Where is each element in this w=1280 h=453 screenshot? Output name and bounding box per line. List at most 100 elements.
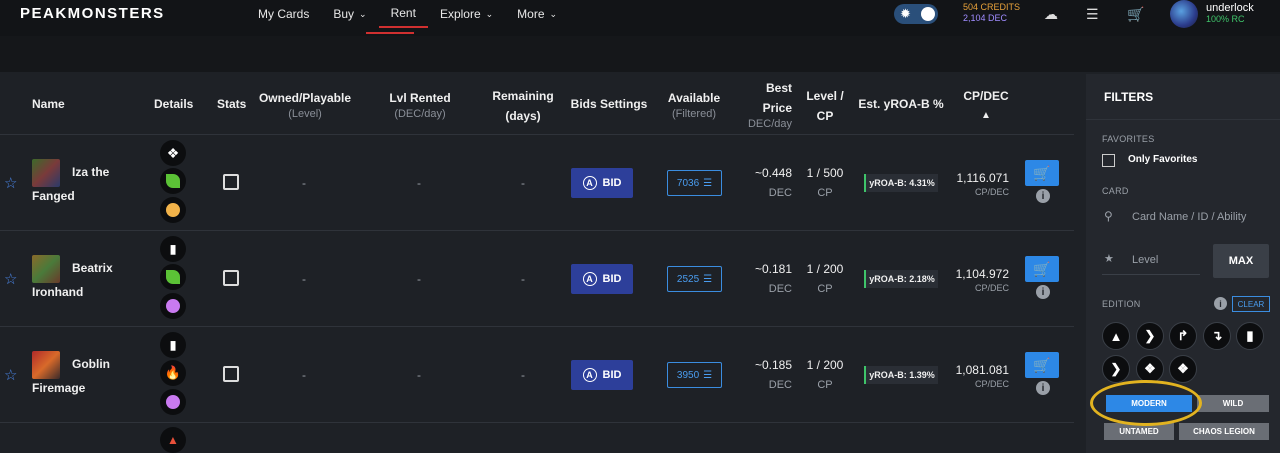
nav-label: Rent xyxy=(390,6,416,20)
bid-button[interactable]: A BID xyxy=(571,168,633,198)
favorite-star-icon[interactable]: ☆ xyxy=(4,174,17,192)
col-available-sub: (Filtered) xyxy=(671,108,716,120)
stats-icon[interactable] xyxy=(223,366,239,382)
page-banner xyxy=(0,36,1280,72)
col-owned-label: Owned/Playable xyxy=(258,91,352,105)
col-lvl-rented[interactable]: Lvl Rented (DEC/day) xyxy=(380,90,460,122)
nav-rent[interactable]: Rent xyxy=(378,0,428,28)
bid-a-icon: A xyxy=(582,368,597,382)
info-icon[interactable]: i xyxy=(1036,285,1050,299)
nav-label: My Cards xyxy=(258,7,310,21)
card-name[interactable]: Beatrix Ironhand xyxy=(32,256,142,304)
available-button[interactable]: 7036 ☰ xyxy=(667,170,722,196)
card-search-input[interactable]: ⚲ Card Name / ID / Ability xyxy=(1102,207,1270,229)
available-count: 3950 xyxy=(676,369,700,381)
level-underline xyxy=(1102,274,1200,275)
owned-value: - xyxy=(302,272,306,286)
favorite-star-icon[interactable]: ☆ xyxy=(4,366,17,384)
level-placeholder: Level xyxy=(1132,254,1159,266)
active-tab-indicator xyxy=(366,32,414,34)
untamed-edition-icon[interactable]: ❯ xyxy=(1102,355,1130,383)
nav-buy[interactable]: Buy ⌄ xyxy=(321,0,378,28)
username[interactable]: underlock xyxy=(1206,2,1254,14)
col-remaining-sub: (days) xyxy=(505,109,541,123)
wild-format-button[interactable]: WILD xyxy=(1197,395,1269,412)
alpha-edition-icon[interactable]: ▲ xyxy=(1102,322,1130,350)
cp-per-dec: 1,116.071 CP/DEC xyxy=(948,171,1010,199)
chaos-legion-button[interactable]: CHAOS LEGION xyxy=(1179,423,1269,440)
bid-a-icon: A xyxy=(582,272,597,286)
rent-cart-button[interactable]: 🛒 xyxy=(1025,256,1059,282)
dice-edition-icon[interactable]: ❖ xyxy=(1136,355,1164,383)
yroa-badge: yROA-B: 2.18% xyxy=(864,270,938,288)
col-cpdec[interactable]: CP/DEC ▲ xyxy=(958,88,1014,124)
edition-info-icon[interactable]: i xyxy=(1214,297,1227,310)
col-best-price-label2: Price xyxy=(762,101,792,115)
cart-icon: 🛒 xyxy=(1033,164,1051,181)
available-button[interactable]: 3950 ☰ xyxy=(667,362,722,388)
owned-value: - xyxy=(302,176,306,190)
price-value: ~0.448 xyxy=(754,166,792,180)
resource-credits: 100% RC xyxy=(1206,14,1245,24)
theme-toggle[interactable]: ✹ xyxy=(894,4,938,24)
favorite-star-icon[interactable]: ☆ xyxy=(4,270,17,288)
nav-my-cards[interactable]: My Cards xyxy=(246,0,321,28)
col-remaining[interactable]: Remaining (days) xyxy=(490,88,556,124)
cart-icon[interactable]: 🛒 xyxy=(1127,6,1144,23)
bid-button[interactable]: A BID xyxy=(571,360,633,390)
price-value: ~0.185 xyxy=(754,358,792,372)
card-name-line1: Iza the xyxy=(72,165,110,179)
max-level-button[interactable]: MAX xyxy=(1213,244,1269,278)
col-best-price[interactable]: Best Price DEC/day xyxy=(744,80,792,132)
sort-up-icon[interactable]: ▲ xyxy=(958,108,1014,124)
level-unit: CP xyxy=(817,187,833,199)
card-name[interactable]: Iza the Fanged xyxy=(32,160,142,208)
card-name[interactable]: Goblin Firemage xyxy=(32,352,142,400)
chaos-edition-icon[interactable]: ▮ xyxy=(1236,322,1264,350)
stats-icon[interactable] xyxy=(223,270,239,286)
cart-icon: 🛒 xyxy=(1033,356,1051,373)
gold-rarity-icon xyxy=(160,197,186,223)
col-level-cp[interactable]: Level / CP xyxy=(800,88,850,124)
info-icon[interactable]: i xyxy=(1036,189,1050,203)
stats-icon[interactable] xyxy=(223,174,239,190)
reward-edition-icon[interactable]: ↴ xyxy=(1203,322,1231,350)
only-favorites-label[interactable]: Only Favorites xyxy=(1128,154,1197,165)
col-name[interactable]: Name xyxy=(32,96,65,112)
table-header: Name Details Stats Owned/Playable (Level)… xyxy=(0,74,1074,135)
chaos-legion-icon: ▮ xyxy=(160,332,186,358)
cart-icon: 🛒 xyxy=(1033,260,1051,277)
col-available-label: Available xyxy=(667,91,721,105)
rent-cart-button[interactable]: 🛒 xyxy=(1025,352,1059,378)
card-name-line1: Goblin xyxy=(72,357,110,371)
only-favorites-checkbox[interactable] xyxy=(1102,154,1115,167)
fire-element-icon: ▲ xyxy=(160,427,186,453)
info-icon[interactable]: i xyxy=(1036,381,1050,395)
table-row: ☆ Iza the Fanged ❖ - - - A BID 7036 ☰ ~0.44… xyxy=(0,135,1074,231)
clear-edition-button[interactable]: CLEAR xyxy=(1232,296,1270,312)
available-count: 7036 xyxy=(676,177,700,189)
stack-icon[interactable]: ☰ xyxy=(1086,6,1099,23)
nav-more[interactable]: More ⌄ xyxy=(505,0,569,28)
sub-navbar xyxy=(0,28,1280,36)
avatar[interactable] xyxy=(1170,0,1198,28)
chevron-down-icon: ⌄ xyxy=(485,8,494,19)
bid-button[interactable]: A BID xyxy=(571,264,633,294)
col-remaining-label: Remaining xyxy=(492,89,554,103)
col-owned[interactable]: Owned/Playable (Level) xyxy=(258,90,352,122)
promo-edition-icon[interactable]: ↱ xyxy=(1169,322,1197,350)
table-row: ☆ Beatrix Ironhand ▮ - - - A BID 2525 ☰ ~0.… xyxy=(0,231,1074,327)
gladius-edition-icon[interactable]: ❖ xyxy=(1169,355,1197,383)
col-available[interactable]: Available (Filtered) xyxy=(665,90,723,122)
col-yroa[interactable]: Est. yROA-B % xyxy=(858,96,944,112)
available-button[interactable]: 2525 ☰ xyxy=(667,266,722,292)
level-cp: 1 / 200 CP xyxy=(800,355,850,395)
logo[interactable]: PEAKMONSTERS xyxy=(20,5,165,22)
nav-explore[interactable]: Explore ⌄ xyxy=(428,0,505,28)
bid-label: BID xyxy=(602,369,622,381)
notification-icon[interactable]: ☁ xyxy=(1044,6,1058,23)
beta-edition-icon[interactable]: ❯ xyxy=(1136,322,1164,350)
col-cpdec-label: CP/DEC xyxy=(963,89,1009,103)
balance: 504 CREDITS 2,104 DEC xyxy=(963,2,1020,24)
rent-cart-button[interactable]: 🛒 xyxy=(1025,160,1059,186)
